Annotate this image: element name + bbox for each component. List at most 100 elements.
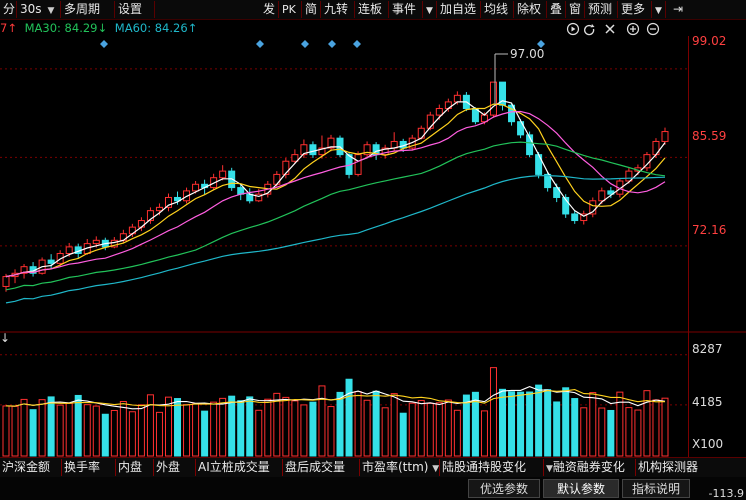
candlestick-chart[interactable]: 97.00 <box>0 36 746 457</box>
ma30-label: MA30: 84.29↓ <box>24 21 108 35</box>
volume-bar <box>571 398 579 457</box>
volume-bar <box>453 409 461 457</box>
events-button[interactable]: 事件 <box>389 1 423 18</box>
volume-bar <box>20 398 28 457</box>
volume-axis-unit: X100 <box>692 437 724 451</box>
volume-bar <box>92 405 100 457</box>
tab-turnover-label: 换手率 <box>64 460 101 474</box>
volume-bar <box>652 399 660 457</box>
event-marker-icon[interactable] <box>301 40 309 48</box>
volume-bar <box>544 389 552 457</box>
tab-turnover[interactable]: 换手率 <box>62 459 116 476</box>
tab-outer-volume-label: 外盘 <box>156 460 181 474</box>
indicator-help-button[interactable]: 指标说明 <box>622 479 690 498</box>
volume-bar <box>661 397 669 457</box>
volume-bar <box>345 378 353 457</box>
ma20-line <box>5 110 666 278</box>
candle-body <box>155 206 163 212</box>
candle-body <box>65 246 73 254</box>
tab-inner-volume-label: 内盘 <box>118 460 143 474</box>
volume-axis-mid: 4185 <box>692 395 723 409</box>
tab-connect-holding[interactable]: 陆股通持股变化 <box>440 459 544 476</box>
dropdown-caret-icon: ▼ <box>47 6 55 16</box>
candle-body <box>489 81 497 116</box>
window-button[interactable]: 窗 <box>566 1 585 18</box>
simplified-button[interactable]: 简 <box>302 1 321 18</box>
ex-rights-button[interactable]: 除权 <box>514 1 547 18</box>
volume-bar <box>499 388 507 457</box>
volume-bar <box>137 404 145 457</box>
event-marker-icon[interactable] <box>353 40 361 48</box>
pk-button[interactable]: PK <box>279 1 302 18</box>
period-30s-button[interactable]: 30s ▼ <box>17 1 61 18</box>
multi-period-button[interactable]: 多周期 <box>61 1 115 18</box>
zoom-in-icon[interactable] <box>626 22 640 36</box>
tab-margin-change[interactable]: ▼融资融券变化 <box>544 459 636 476</box>
volume-bar <box>381 407 389 457</box>
ma5-line <box>5 100 666 278</box>
candle-body <box>598 190 606 202</box>
ma-prefix: 7↑ <box>0 21 17 35</box>
candle-body <box>571 213 579 222</box>
collapse-icon[interactable]: ⇥ <box>666 1 690 18</box>
volume-axis-top: 8287 <box>692 342 723 356</box>
zoom-out-icon[interactable] <box>646 22 660 36</box>
volume-bar <box>517 391 525 457</box>
volume-bar <box>146 394 154 457</box>
tab-pe-ttm-label: 市盈率(ttm) <box>362 460 429 474</box>
limit-up-board-button[interactable]: 连板 <box>355 1 389 18</box>
tab-ai-volume[interactable]: AI立桩成交量 <box>196 459 283 476</box>
preferred-params-button[interactable]: 优选参数 <box>468 479 540 498</box>
ma60-label: MA60: 84.26↑ <box>114 21 198 35</box>
tab-hs-amount[interactable]: 沪深金额 <box>0 459 62 476</box>
tab-institution-detector[interactable]: 机构探测器 <box>636 459 712 476</box>
default-params-button[interactable]: 默认参数 <box>543 479 619 498</box>
volume-bar <box>417 399 425 457</box>
volume-bar <box>119 400 127 457</box>
volume-bar <box>38 399 46 457</box>
tab-inner-volume[interactable]: 内盘 <box>116 459 154 476</box>
close-icon[interactable] <box>605 24 615 34</box>
tab-pe-ttm[interactable]: 市盈率(ttm) ▼ <box>360 459 440 476</box>
candle-body <box>453 94 461 103</box>
period-minute-button[interactable]: 分 <box>0 1 17 18</box>
refresh-icon[interactable] <box>584 24 595 36</box>
tab-after-hours-volume[interactable]: 盘后成交量 <box>283 459 360 476</box>
bottom-value-number: 113.9 <box>712 487 745 500</box>
volume-bar <box>2 405 10 457</box>
volume-arrow: ↓ <box>0 331 11 345</box>
volume-bar <box>336 391 344 457</box>
candle-body <box>273 173 281 185</box>
add-favorite-button[interactable]: 加自选 <box>437 1 481 18</box>
volume-bar <box>255 409 263 457</box>
tab-ai-volume-label: AI立桩成交量 <box>198 460 270 474</box>
overlay-button[interactable]: 叠 <box>547 1 566 18</box>
period-30s-label: 30s <box>20 2 42 16</box>
moving-average-button[interactable]: 均线 <box>481 1 514 18</box>
candle-body <box>192 183 200 192</box>
volume-bar <box>110 409 118 457</box>
settings-button[interactable]: 设置 <box>115 1 155 18</box>
more-dropdown-icon[interactable]: ▼ <box>652 1 666 18</box>
ma10-line <box>5 103 666 278</box>
event-marker-icon[interactable] <box>100 40 108 48</box>
play-icon[interactable] <box>566 22 580 36</box>
volume-bar <box>155 411 163 457</box>
volume-bar <box>508 391 516 457</box>
more-button[interactable]: 更多 <box>618 1 652 18</box>
volume-bar <box>327 406 335 457</box>
tab-outer-volume[interactable]: 外盘 <box>154 459 196 476</box>
volume-bar <box>435 402 443 457</box>
event-marker-icon[interactable] <box>328 40 336 48</box>
volume-bar <box>192 403 200 457</box>
events-dropdown-icon[interactable]: ▼ <box>423 1 437 18</box>
candle-body <box>219 170 227 179</box>
forecast-button[interactable]: 预测 <box>585 1 618 18</box>
volume-bar <box>273 392 281 457</box>
event-marker-icon[interactable] <box>256 40 264 48</box>
publish-button[interactable]: 发 <box>260 1 279 18</box>
tab-margin-change-dropdown-icon: ▼ <box>546 464 553 474</box>
nine-turn-button[interactable]: 九转 <box>321 1 355 18</box>
volume-bar <box>210 401 218 457</box>
volume-bar <box>174 398 182 457</box>
